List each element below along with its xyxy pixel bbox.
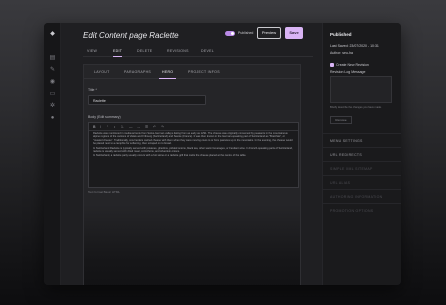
published-toggle[interactable] [225,31,235,36]
admin-toolbar: ◆ ▤ ✎ ◉ ▭ ✲ ● [44,23,61,285]
format-icon[interactable]: ☰ [145,125,148,129]
page-title: Edit Content page Raclette [83,31,179,40]
preview-button[interactable]: Preview [257,27,281,39]
user-icon[interactable]: ● [49,115,56,122]
body-label: Body (Edit summary) [88,115,121,119]
subtab-hero[interactable]: HERO [158,70,177,79]
title-field[interactable]: Raclette [88,95,206,105]
author-text: Author: seu-ha [330,51,353,55]
editor-toolbar: B I “ • 1. — ↔ ☰ ↶ ↷ [89,123,298,131]
horizontal-rule-icon[interactable]: — [129,125,133,129]
meta-sidebar: Published Last Saved: 23/07/2020 - 10:31… [322,23,401,285]
subtab-project-infos[interactable]: PROJECT INFOS [188,70,220,74]
tab-edit[interactable]: EDIT [113,49,123,57]
revision-log-help: Briefly describe the changes you have ma… [330,106,382,109]
content-form: LAYOUT PARAGRAPHS HERO PROJECT INFOS Tit… [83,64,301,285]
logo-icon[interactable]: ◆ [49,31,56,38]
edit-main: Edit Content page Raclette Published Pre… [61,23,322,285]
folder-icon[interactable]: ▭ [49,91,56,98]
secondary-tabs: LAYOUT PARAGRAPHS HERO PROJECT INFOS [84,65,300,79]
revision-log-textarea[interactable] [330,76,392,103]
section-url-redirects[interactable]: URL REDIRECTS [323,147,401,161]
last-saved-text: Last Saved: 23/07/2020 - 10:31 [330,44,379,48]
italic-icon[interactable]: I [100,125,101,129]
pages-icon[interactable]: ▤ [49,55,56,62]
undo-icon[interactable]: ↶ [153,125,156,129]
published-toggle-label: Published [238,31,254,35]
bold-icon[interactable]: B [93,125,96,129]
settings-icon[interactable]: ✲ [49,103,56,110]
link-icon[interactable]: ↔ [137,125,141,129]
redo-icon[interactable]: ↷ [161,125,164,129]
new-revision-checkbox[interactable] [330,63,334,67]
tab-view[interactable]: VIEW [87,49,97,53]
tab-delete[interactable]: DELETE [137,49,152,53]
edit-icon[interactable]: ✎ [49,67,56,74]
quote-icon[interactable]: “ [107,125,108,129]
save-button[interactable]: Save [285,27,303,39]
remove-button[interactable]: Remove [330,116,352,124]
title-label: Title * [88,88,97,92]
users-icon[interactable]: ◉ [49,79,56,86]
revision-log-label: Revision Log Message [330,70,366,74]
scroll-fade-overlay [84,205,300,285]
subtab-layout[interactable]: LAYOUT [94,70,110,74]
subtab-paragraphs[interactable]: PARAGRAPHS [124,70,151,74]
text-format-note: Text format Basic HTML [88,190,121,194]
body-editor[interactable]: B I “ • 1. — ↔ ☰ ↶ ↷ Raclette was mentio… [88,122,299,188]
tab-revisions[interactable]: REVISIONS [167,49,189,53]
section-authoring-information[interactable]: AUTHORING INFORMATION [323,189,401,203]
section-menu-settings[interactable]: MENU SETTINGS [323,133,401,147]
section-url-alias[interactable]: URL ALIAS [323,175,401,189]
body-paragraph: In Switzerland, a raclette party usually… [93,154,247,158]
body-paragraph: Raclette was mentioned in medieval texts… [93,132,293,146]
section-promotion-options[interactable]: PROMOTION OPTIONS [323,203,401,217]
body-paragraph: In Switzerland Raclette is typically ser… [93,146,293,154]
section-simple-xml-sitemap[interactable]: SIMPLE XML SITEMAP [323,161,401,175]
status-heading: Published [330,32,352,37]
primary-tabs: VIEW EDIT DELETE REVISIONS DEVEL [83,47,313,57]
numbered-list-icon[interactable]: 1. [121,125,124,129]
bullet-list-icon[interactable]: • [114,125,115,129]
tab-devel[interactable]: DEVEL [201,49,214,53]
app-window: ◆ ▤ ✎ ◉ ▭ ✲ ● Edit Content page Raclette… [44,23,401,285]
new-revision-label: Create New Revision [336,63,369,67]
